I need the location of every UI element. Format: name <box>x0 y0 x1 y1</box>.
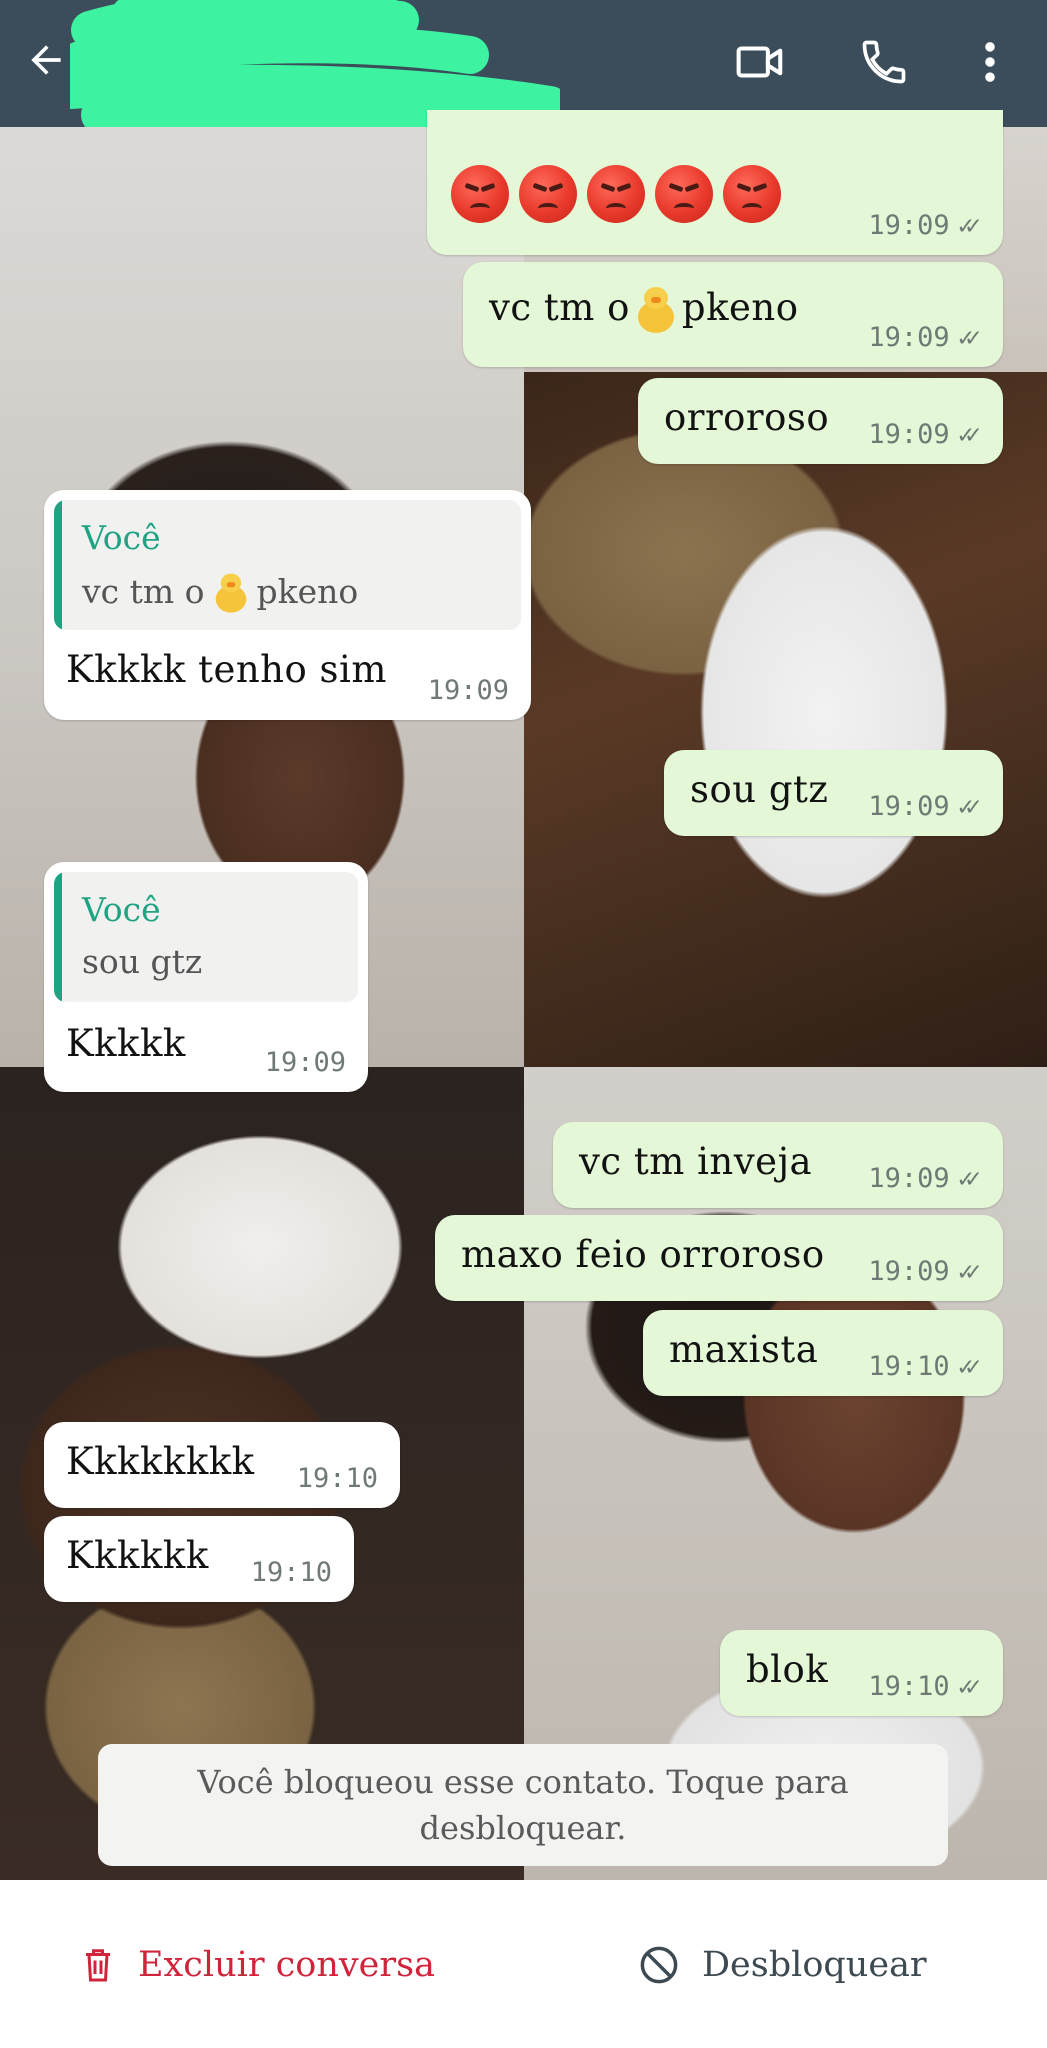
trash-icon <box>86 1949 110 1982</box>
message-meta: 19:09 ✓✓ <box>868 419 981 450</box>
outgoing-message[interactable]: vc tm o pkeno 19:09 ✓✓ <box>463 262 1003 367</box>
message-text: Kkkkk tenho sim <box>66 648 387 691</box>
message-text: vc tm o pkeno <box>489 286 799 335</box>
angry-face-icon <box>587 165 645 223</box>
quote-author: Você <box>82 890 161 929</box>
quote-author: Você <box>82 518 161 557</box>
double-check-icon: ✓✓ <box>957 1671 981 1702</box>
quote-accent-bar <box>54 500 62 630</box>
incoming-message[interactable]: Você sou gtz Kkkkk 19:09 <box>44 862 368 1092</box>
outgoing-message[interactable]: vc tm inveja 19:09 ✓✓ <box>553 1122 1003 1208</box>
double-check-icon: ✓✓ <box>957 210 981 241</box>
angry-emoji-row <box>451 165 791 223</box>
double-check-icon: ✓✓ <box>957 322 981 353</box>
angry-face-icon <box>723 165 781 223</box>
phone-icon <box>862 40 906 84</box>
message-time: 19:10 <box>296 1463 378 1494</box>
chick-emoji-icon <box>214 573 248 615</box>
message-time: 19:09 <box>868 210 950 241</box>
blocked-contact-notice[interactable]: Você bloqueou esse contato. Toque para d… <box>98 1744 948 1866</box>
message-time: 19:10 <box>868 1351 950 1382</box>
angry-face-icon <box>519 165 577 223</box>
more-vertical-icon <box>985 42 995 82</box>
message-time: 19:09 <box>264 1047 346 1078</box>
angry-face-icon <box>451 165 509 223</box>
message-text: orroroso <box>664 396 830 439</box>
incoming-message[interactable]: Kkkkkkkk 19:10 <box>44 1422 400 1508</box>
message-meta: 19:09 ✓✓ <box>868 1256 981 1287</box>
outgoing-message[interactable]: 😡😡😡😡😡 19:09 ✓✓ <box>427 110 1003 255</box>
outgoing-message[interactable]: maxista 19:10 ✓✓ <box>643 1310 1003 1396</box>
message-text: maxo feio orroroso <box>461 1233 825 1276</box>
angry-face-icon <box>655 165 713 223</box>
message-meta: 19:09 ✓✓ <box>868 791 981 822</box>
message-meta: 19:09 ✓✓ <box>868 1163 981 1194</box>
arrow-left-icon <box>31 45 61 75</box>
double-check-icon: ✓✓ <box>957 1256 981 1287</box>
message-text: sou gtz <box>690 768 829 811</box>
delete-chat-button[interactable]: Excluir conversa <box>80 1935 435 1995</box>
chat-header <box>0 0 1047 140</box>
message-text: Kkkkkkkk <box>66 1440 255 1483</box>
message-meta: 19:10 ✓✓ <box>868 1351 981 1382</box>
message-time: 19:09 <box>868 1256 950 1287</box>
double-check-icon: ✓✓ <box>957 1163 981 1194</box>
message-text: Kkkkkk <box>66 1534 209 1577</box>
quoted-message[interactable]: Você sou gtz <box>54 872 358 1002</box>
more-options-button[interactable] <box>960 30 1020 94</box>
message-text: blok <box>746 1648 829 1691</box>
message-text: vc tm inveja <box>579 1140 813 1183</box>
message-text: maxista <box>669 1328 819 1371</box>
message-meta: 19:09 <box>428 675 509 706</box>
quoted-message[interactable]: Você vc tm o pkeno <box>54 500 521 630</box>
outgoing-message[interactable]: sou gtz 19:09 ✓✓ <box>664 750 1003 836</box>
block-icon <box>640 1946 678 1984</box>
message-meta: 19:09 <box>265 1047 346 1078</box>
message-time: 19:10 <box>868 1671 950 1702</box>
quote-accent-bar <box>54 872 62 1002</box>
message-time: 19:09 <box>868 419 950 450</box>
message-time: 19:09 <box>868 322 950 353</box>
message-meta: 19:10 <box>297 1463 378 1494</box>
outgoing-message[interactable]: orroroso 19:09 ✓✓ <box>638 378 1003 464</box>
incoming-message[interactable]: Você vc tm o pkeno Kkkkk tenho sim 19:09 <box>44 490 531 720</box>
message-meta: 19:10 ✓✓ <box>868 1671 981 1702</box>
message-time: 19:09 <box>427 675 509 706</box>
message-meta: 19:10 <box>251 1557 332 1588</box>
message-meta: 19:09 ✓✓ <box>868 322 981 353</box>
wallpaper-photo <box>524 372 1047 1067</box>
video-call-button[interactable] <box>728 30 792 94</box>
blocked-actions-bar: Excluir conversa Desbloquear <box>0 1880 1047 2048</box>
outgoing-message[interactable]: maxo feio orroroso 19:09 ✓✓ <box>435 1215 1003 1301</box>
unblock-button[interactable]: Desbloquear <box>638 1935 927 1995</box>
double-check-icon: ✓✓ <box>957 1351 981 1382</box>
message-time: 19:09 <box>868 791 950 822</box>
message-meta: 19:09 ✓✓ <box>868 210 981 241</box>
message-time: 19:10 <box>250 1557 332 1588</box>
quote-text: vc tm o pkeno <box>82 570 358 618</box>
delete-chat-label: Excluir conversa <box>138 1945 435 1985</box>
video-call-icon <box>736 46 783 78</box>
voice-call-button[interactable] <box>852 30 916 94</box>
quote-text: sou gtz <box>82 942 203 981</box>
unblock-label: Desbloquear <box>702 1945 927 1985</box>
double-check-icon: ✓✓ <box>957 419 981 450</box>
outgoing-message[interactable]: blok 19:10 ✓✓ <box>720 1630 1003 1716</box>
incoming-message[interactable]: Kkkkkk 19:10 <box>44 1516 354 1602</box>
back-button[interactable] <box>16 30 76 90</box>
message-time: 19:09 <box>868 1163 950 1194</box>
chick-emoji-icon <box>636 286 676 335</box>
message-text: Kkkkk <box>66 1022 186 1065</box>
double-check-icon: ✓✓ <box>957 791 981 822</box>
